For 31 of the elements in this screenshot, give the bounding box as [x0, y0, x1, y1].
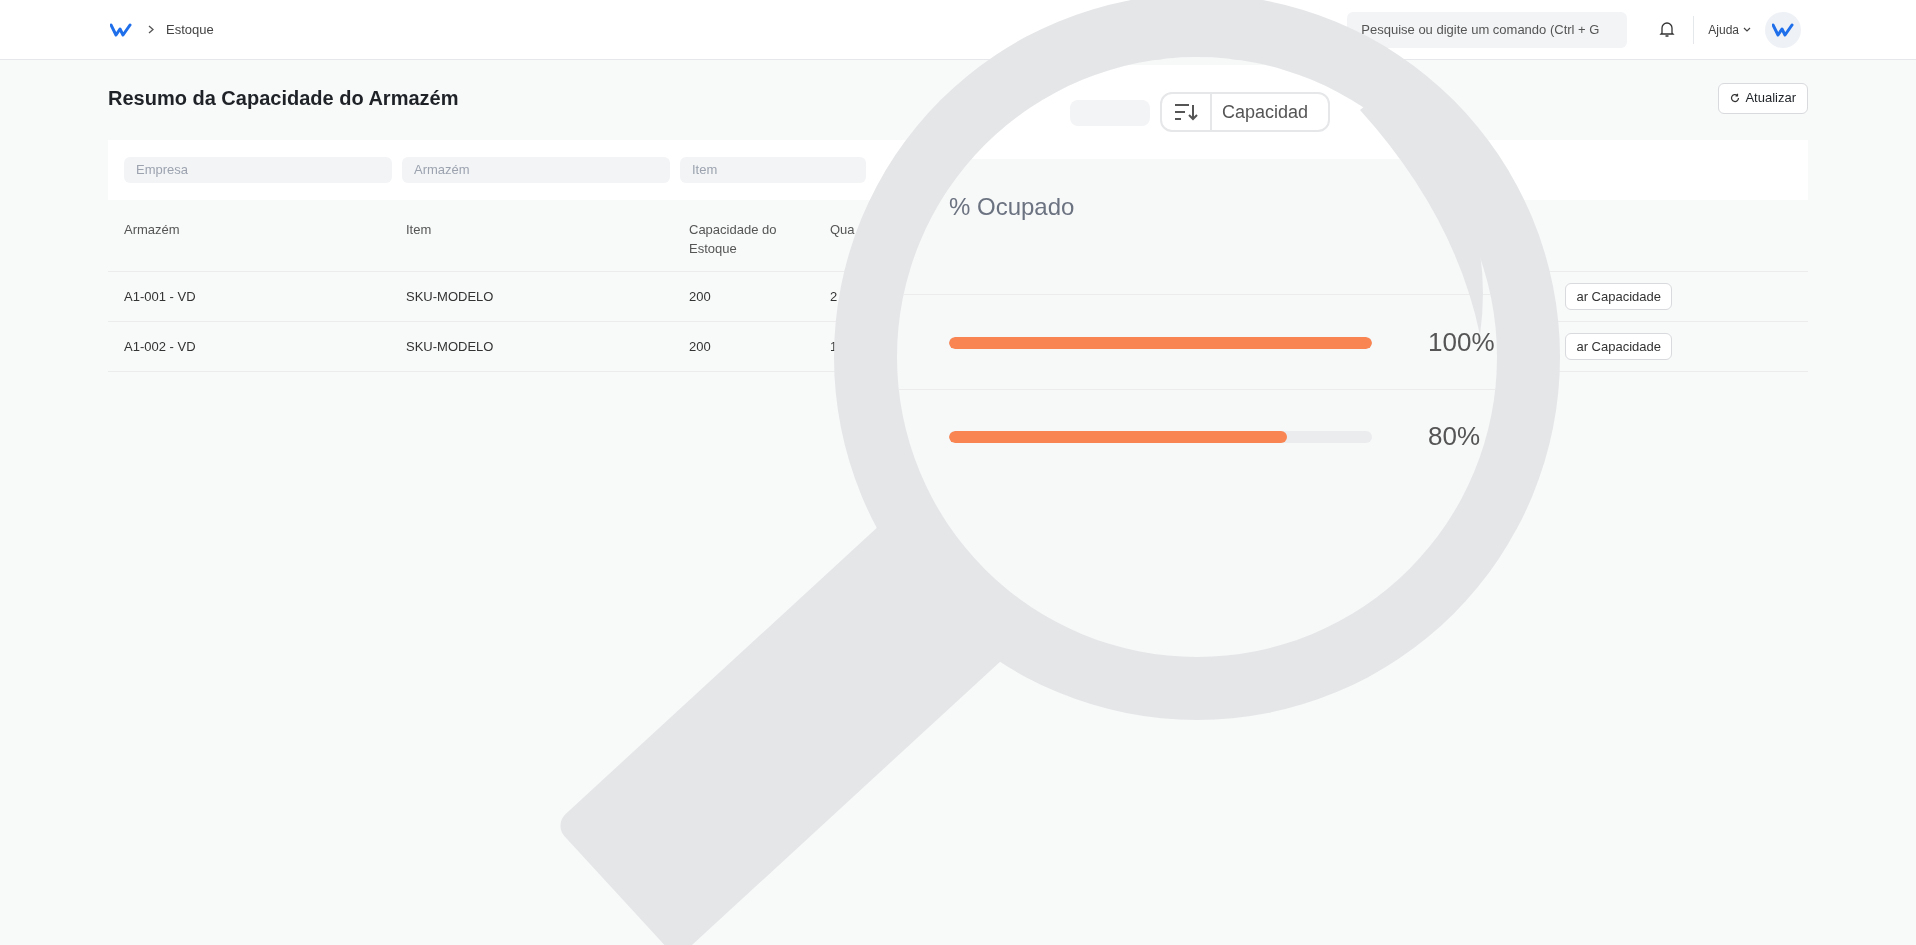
help-menu[interactable]: Ajuda — [1708, 20, 1751, 39]
sort-control[interactable]: Capacidad — [1160, 92, 1330, 132]
refresh-icon — [1730, 93, 1741, 103]
column-header: Qua — [830, 222, 855, 237]
table-cell: SKU-MODELO — [406, 338, 494, 354]
refresh-button[interactable]: Atualizar — [1718, 82, 1808, 114]
avatar[interactable] — [1765, 11, 1801, 48]
action-button[interactable]: ar Capacidade — [1565, 333, 1672, 360]
table-cell: A1-001 - VD — [124, 288, 196, 304]
column-header: Armazém — [124, 222, 180, 237]
percent-value: 100% — [1428, 326, 1495, 359]
table-cell: 2 — [830, 288, 838, 304]
chevron-down-icon — [1743, 27, 1751, 32]
page-title: Resumo da Capacidade do Armazém — [108, 86, 459, 111]
table-cell: 200 — [689, 338, 711, 354]
bell-icon[interactable] — [1659, 21, 1676, 38]
avatar-logo-icon — [1772, 22, 1794, 37]
percent-value: 80% — [1428, 420, 1481, 453]
column-header: Capacidade do Estoque — [689, 221, 778, 258]
action-button[interactable]: ar Capacidade — [1565, 283, 1672, 310]
sort-label: Capacidad — [1222, 100, 1309, 124]
table-cell: 200 — [689, 288, 711, 304]
search-field[interactable]: Pesquise ou digite um comando (Ctrl + G — [1347, 11, 1628, 48]
table-cell: SKU-MODELO — [406, 288, 494, 304]
column-header: % Ocupado — [949, 192, 1075, 222]
sort-icon — [1173, 102, 1199, 122]
breadcrumb-link[interactable]: Estoque — [166, 19, 214, 40]
logo-icon — [110, 22, 132, 37]
chevron-icon — [148, 25, 154, 34]
column-header: Item — [406, 222, 432, 237]
table-cell: A1-002 - VD — [124, 338, 196, 354]
